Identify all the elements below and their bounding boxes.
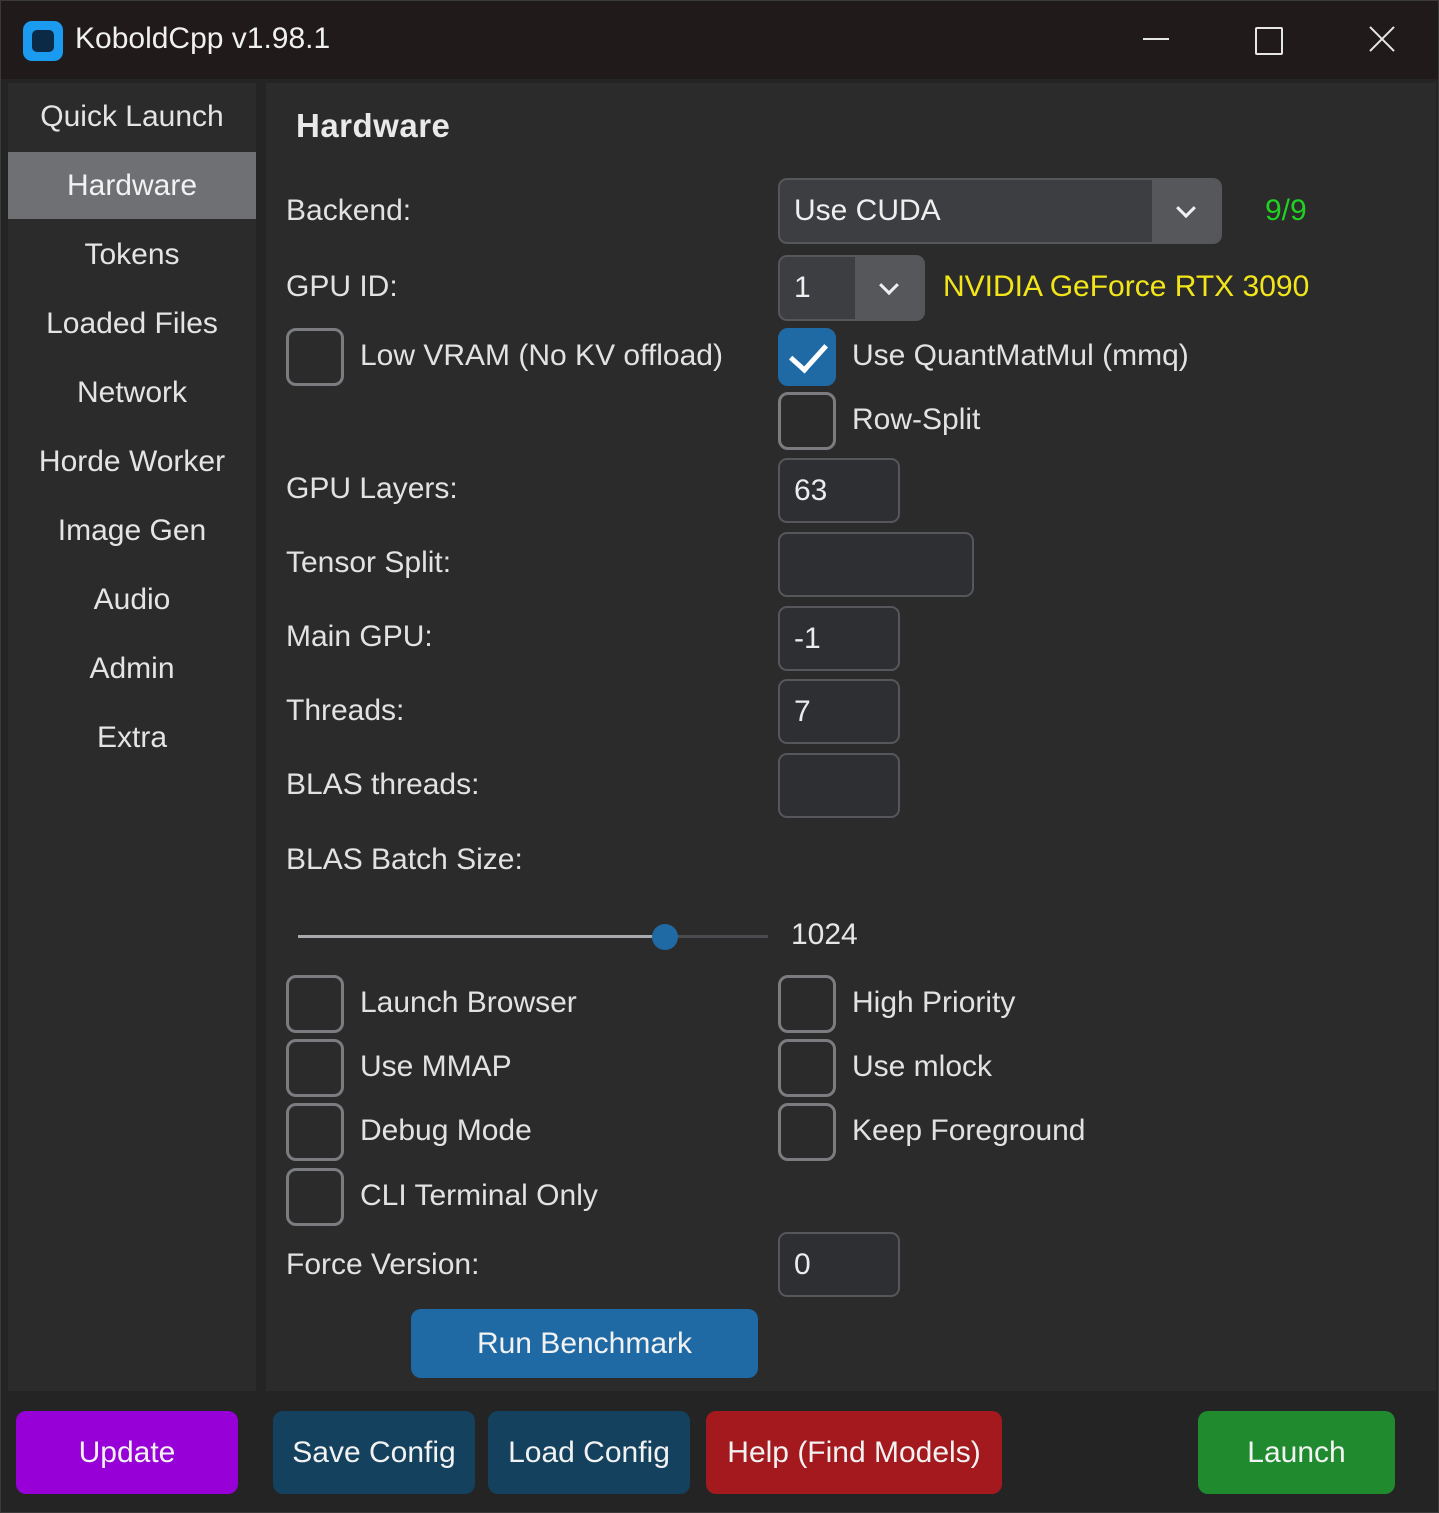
title-bar[interactable]: KoboldCpp v1.98.1 xyxy=(1,1,1438,79)
minimize-icon[interactable] xyxy=(1127,11,1187,67)
sidebar-item-loaded-files[interactable]: Loaded Files xyxy=(8,290,256,357)
force-version-input[interactable]: 0 xyxy=(778,1232,900,1297)
blas-threads-input[interactable] xyxy=(778,753,900,818)
blas-batch-size-value: 1024 xyxy=(791,918,858,951)
gpu-name: NVIDIA GeForce RTX 3090 xyxy=(943,270,1310,303)
launch-browser-label: Launch Browser xyxy=(360,986,577,1019)
tensor-split-input[interactable] xyxy=(778,532,974,597)
update-button[interactable]: Update xyxy=(16,1411,238,1494)
help-find-models-button[interactable]: Help (Find Models) xyxy=(706,1411,1002,1494)
gpu-id-dropdown-button[interactable] xyxy=(855,257,923,319)
use-mmap-label: Use MMAP xyxy=(360,1050,512,1083)
low-vram-label: Low VRAM (No KV offload) xyxy=(360,339,723,372)
chevron-down-icon xyxy=(1176,198,1196,219)
sidebar: Quick Launch Hardware Tokens Loaded File… xyxy=(8,83,256,1391)
maximize-icon[interactable] xyxy=(1237,11,1297,67)
sidebar-item-tokens[interactable]: Tokens xyxy=(8,221,256,288)
gpu-layers-label: GPU Layers: xyxy=(286,472,458,505)
run-benchmark-button[interactable]: Run Benchmark xyxy=(411,1309,758,1378)
sidebar-item-audio[interactable]: Audio xyxy=(8,566,256,633)
use-mmq-label: Use QuantMatMul (mmq) xyxy=(852,339,1189,372)
load-config-button[interactable]: Load Config xyxy=(488,1411,690,1494)
blas-batch-size-label: BLAS Batch Size: xyxy=(286,843,523,876)
cli-terminal-only-label: CLI Terminal Only xyxy=(360,1179,598,1212)
backend-value: Use CUDA xyxy=(794,194,941,227)
use-mlock-checkbox[interactable] xyxy=(778,1039,836,1097)
use-mlock-label: Use mlock xyxy=(852,1050,993,1083)
use-mmq-checkbox[interactable] xyxy=(778,328,836,386)
keep-foreground-label: Keep Foreground xyxy=(852,1114,1086,1147)
backend-dropdown-button[interactable] xyxy=(1152,180,1220,242)
row-split-label: Row-Split xyxy=(852,403,981,436)
threads-label: Threads: xyxy=(286,694,405,727)
use-mmap-checkbox[interactable] xyxy=(286,1039,344,1097)
threads-input[interactable]: 7 xyxy=(778,679,900,744)
gpu-id-select[interactable]: 1 xyxy=(778,255,925,321)
force-version-label: Force Version: xyxy=(286,1248,480,1281)
low-vram-checkbox[interactable] xyxy=(286,328,344,386)
chevron-down-icon xyxy=(879,275,899,296)
sidebar-item-horde-worker[interactable]: Horde Worker xyxy=(8,428,256,495)
backend-status: 9/9 xyxy=(1265,194,1307,227)
main-gpu-input[interactable]: -1 xyxy=(778,606,900,671)
blas-batch-size-slider[interactable] xyxy=(298,924,768,950)
sidebar-item-quick-launch[interactable]: Quick Launch xyxy=(8,83,256,150)
launch-button[interactable]: Launch xyxy=(1198,1411,1395,1494)
backend-label: Backend: xyxy=(286,194,412,227)
sidebar-item-extra[interactable]: Extra xyxy=(8,704,256,771)
close-icon[interactable] xyxy=(1351,11,1411,67)
main-gpu-label: Main GPU: xyxy=(286,620,433,653)
row-split-checkbox[interactable] xyxy=(778,392,836,450)
koboldcpp-logo-icon xyxy=(23,21,63,61)
gpu-layers-input[interactable]: 63 xyxy=(778,458,900,523)
save-config-button[interactable]: Save Config xyxy=(273,1411,475,1494)
high-priority-label: High Priority xyxy=(852,986,1016,1019)
tensor-split-label: Tensor Split: xyxy=(286,546,452,579)
sidebar-item-network[interactable]: Network xyxy=(8,359,256,426)
debug-mode-checkbox[interactable] xyxy=(286,1103,344,1161)
slider-fill xyxy=(298,935,665,938)
sidebar-item-image-gen[interactable]: Image Gen xyxy=(8,497,256,564)
sidebar-item-admin[interactable]: Admin xyxy=(8,635,256,702)
backend-select[interactable]: Use CUDA xyxy=(778,178,1222,244)
page-title: Hardware xyxy=(296,107,451,144)
slider-handle[interactable] xyxy=(651,924,678,950)
debug-mode-label: Debug Mode xyxy=(360,1114,532,1147)
gpu-layers-value: 63 xyxy=(794,474,828,507)
main-gpu-value: -1 xyxy=(794,622,821,655)
window-title: KoboldCpp v1.98.1 xyxy=(75,22,331,55)
gpu-id-value: 1 xyxy=(794,271,811,304)
cli-terminal-only-checkbox[interactable] xyxy=(286,1168,344,1226)
sidebar-item-hardware[interactable]: Hardware xyxy=(8,152,256,219)
threads-value: 7 xyxy=(794,695,811,728)
launch-browser-checkbox[interactable] xyxy=(286,975,344,1033)
gpu-id-label: GPU ID: xyxy=(286,270,398,303)
force-version-value: 0 xyxy=(794,1248,811,1281)
blas-threads-label: BLAS threads: xyxy=(286,768,480,801)
keep-foreground-checkbox[interactable] xyxy=(778,1103,836,1161)
app-window: KoboldCpp v1.98.1 Quick Launch Hardware … xyxy=(0,0,1439,1513)
high-priority-checkbox[interactable] xyxy=(778,975,836,1033)
